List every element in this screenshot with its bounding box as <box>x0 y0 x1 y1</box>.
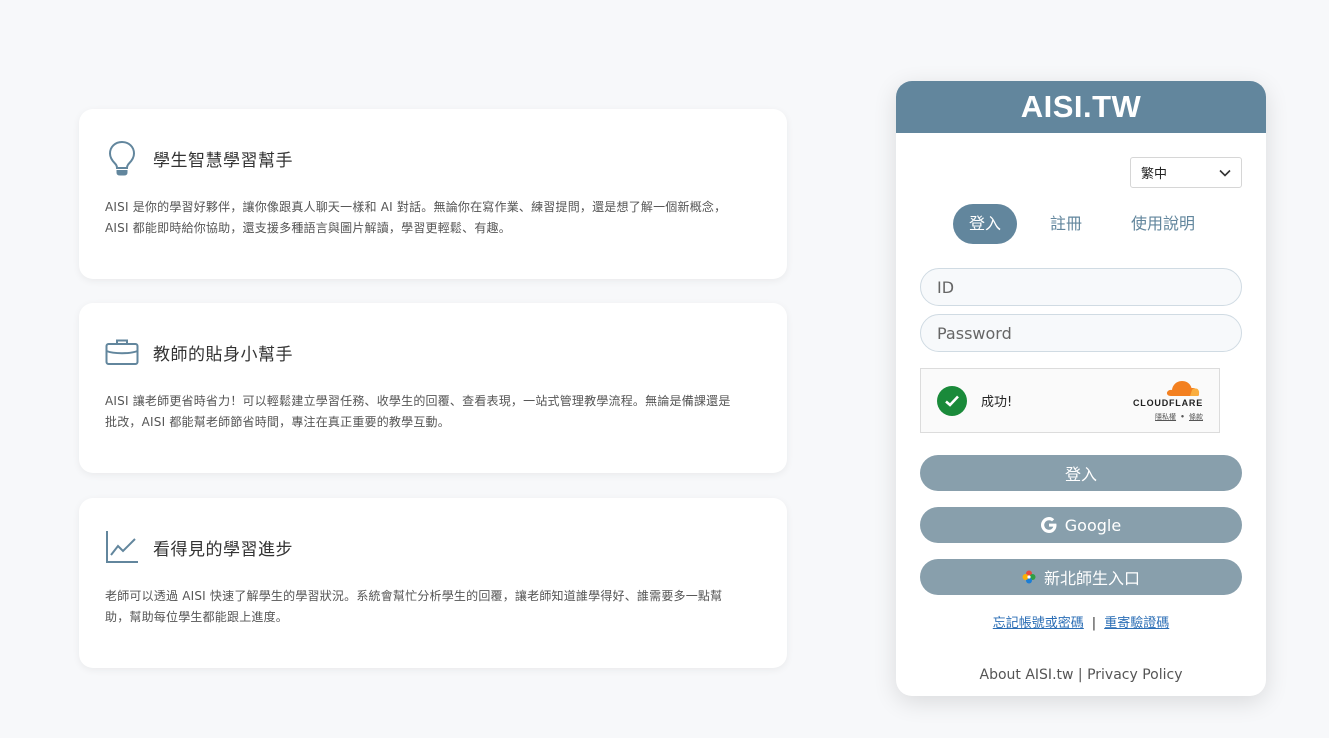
about-link[interactable]: About AISI.tw <box>980 667 1074 683</box>
chevron-down-icon <box>1219 169 1231 177</box>
language-select[interactable]: 繁中 <box>1130 157 1242 188</box>
forgot-account-link[interactable]: 忘記帳號或密碼 <box>993 616 1084 631</box>
cloud-icon <box>1165 379 1201 397</box>
feature-description: AISI 是你的學習好夥伴，讓你像跟真人聊天一樣和 AI 對話。無論你在寫作業、… <box>105 200 727 235</box>
account-links: 忘記帳號或密碼 | 重寄驗證碼 <box>896 612 1266 631</box>
captcha-status: 成功! <box>981 395 1013 410</box>
footer-separator: | <box>1077 667 1083 683</box>
google-login-button[interactable]: Google <box>920 507 1242 543</box>
feature-description: 老師可以透過 AISI 快速了解學生的學習狀況。系統會幫忙分析學生的回覆，讓老師… <box>105 589 723 624</box>
privacy-policy-link[interactable]: Privacy Policy <box>1087 667 1182 683</box>
feature-description: AISI 讓老師更省時省力！可以輕鬆建立學習任務、收學生的回覆、查看表現，一站式… <box>105 394 731 429</box>
privacy-link[interactable]: 隱私權 <box>1155 413 1176 421</box>
feature-card-header: 教師的貼身小幫手 <box>105 333 761 371</box>
feature-card-header: 看得見的學習進步 <box>105 528 761 566</box>
checkmark-icon <box>937 385 967 416</box>
briefcase-icon <box>105 333 139 371</box>
password-input[interactable]: Password <box>920 314 1242 352</box>
brand-logo: AISI.TW <box>1020 89 1142 124</box>
captcha-widget[interactable]: 成功! CLOUDFLARE 隱私權 • 條款 <box>920 368 1220 433</box>
tab-login[interactable]: 登入 <box>953 204 1018 244</box>
feature-title: 看得見的學習進步 <box>153 539 293 560</box>
panel-header: AISI.TW <box>896 81 1266 133</box>
feature-card-header: 學生智慧學習幫手 <box>105 139 761 177</box>
link-separator: | <box>1091 616 1097 631</box>
lightbulb-icon <box>105 139 139 177</box>
tab-register[interactable]: 註冊 <box>1034 204 1098 244</box>
feature-title: 學生智慧學習幫手 <box>153 150 293 171</box>
panel-footer: About AISI.tw | Privacy Policy <box>896 667 1266 683</box>
feature-card-student: 學生智慧學習幫手 AISI 是你的學習好夥伴，讓你像跟真人聊天一樣和 AI 對話… <box>79 109 787 279</box>
id-placeholder: ID <box>937 277 955 297</box>
line-chart-icon <box>105 528 139 566</box>
ntpc-login-button[interactable]: 新北師生入口 <box>920 559 1242 595</box>
resend-code-link[interactable]: 重寄驗證碼 <box>1104 616 1169 631</box>
google-icon <box>1040 517 1057 533</box>
cloudflare-branding: CLOUDFLARE 隱私權 • 條款 <box>1133 379 1203 422</box>
language-value: 繁中 <box>1141 167 1168 182</box>
auth-tabs: 登入 註冊 使用說明 <box>953 204 1228 244</box>
cloudflare-links: 隱私權 • 條款 <box>1155 412 1203 422</box>
ntpc-logo-icon <box>1022 570 1036 584</box>
ntpc-button-label: 新北師生入口 <box>1043 569 1140 588</box>
login-button-label: 登入 <box>1064 465 1097 484</box>
id-input[interactable]: ID <box>920 268 1242 306</box>
feature-title: 教師的貼身小幫手 <box>153 344 293 365</box>
feature-card-teacher: 教師的貼身小幫手 AISI 讓老師更省時省力！可以輕鬆建立學習任務、收學生的回覆… <box>79 303 787 473</box>
cloudflare-wordmark: CLOUDFLARE <box>1133 398 1203 408</box>
google-button-label: Google <box>1064 515 1122 535</box>
login-button[interactable]: 登入 <box>920 455 1242 491</box>
cf-separator: • <box>1180 413 1185 421</box>
login-panel: AISI.TW 繁中 登入 註冊 使用說明 ID Password 成功! CL… <box>896 81 1266 696</box>
terms-link[interactable]: 條款 <box>1189 413 1203 421</box>
password-placeholder: Password <box>937 323 1012 343</box>
tab-instructions[interactable]: 使用說明 <box>1115 204 1211 244</box>
feature-card-progress: 看得見的學習進步 老師可以透過 AISI 快速了解學生的學習狀況。系統會幫忙分析… <box>79 498 787 668</box>
